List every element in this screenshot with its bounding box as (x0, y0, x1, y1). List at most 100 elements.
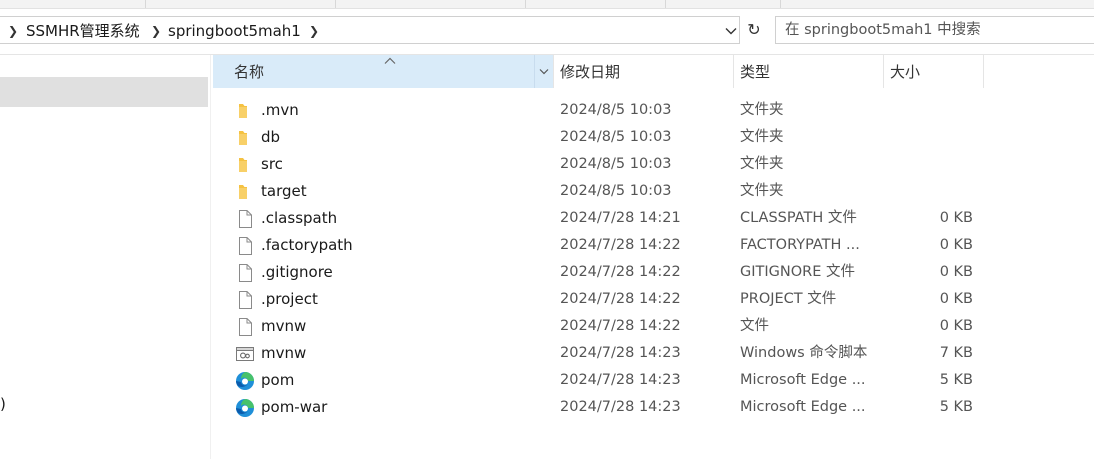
file-type: 文件夹 (740, 156, 784, 172)
file-row[interactable]: .mvn 2024/8/5 10:03 文件夹 (213, 97, 1094, 124)
ribbon-group (0, 0, 146, 8)
edge-icon (235, 371, 255, 391)
file-size (913, 178, 973, 205)
breadcrumb-item[interactable]: springboot5mah1 (168, 17, 301, 45)
chevron-right-icon[interactable]: ❯ (309, 17, 319, 45)
navigation-pane: ) (0, 55, 210, 459)
file-type: PROJECT 文件 (740, 291, 837, 307)
edge-icon (235, 398, 255, 418)
file-size: 0 KB (939, 291, 973, 307)
column-header-size[interactable]: 大小 (883, 55, 983, 88)
chevron-down-icon[interactable] (722, 17, 740, 45)
file-date: 2024/8/5 10:03 (560, 102, 672, 118)
file-name: .project (261, 290, 318, 308)
chevron-right-icon[interactable]: ❯ (151, 17, 161, 45)
chevron-right-icon[interactable]: ❯ (8, 17, 18, 45)
file-size (913, 97, 973, 124)
file-row[interactable]: mvnw 2024/7/28 14:23 Windows 命令脚本 7 KB (213, 340, 1094, 367)
column-header-type[interactable]: 类型 (733, 55, 883, 88)
column-header-label: 名称 (234, 63, 265, 81)
file-name: pom-war (261, 398, 328, 416)
ribbon-strip (0, 0, 1094, 9)
file-row[interactable]: pom 2024/7/28 14:23 Microsoft Edge ... 5… (213, 367, 1094, 394)
folder-icon (235, 182, 255, 202)
ribbon-group (525, 0, 666, 8)
file-size (913, 151, 973, 178)
file-date: 2024/7/28 14:22 (560, 318, 681, 334)
ribbon-group (335, 0, 526, 8)
file-row[interactable]: target 2024/8/5 10:03 文件夹 (213, 178, 1094, 205)
column-header-date[interactable]: 修改日期 (553, 55, 733, 88)
column-header-label: 类型 (740, 63, 771, 81)
file-name: target (261, 182, 307, 200)
file-type: GITIGNORE 文件 (740, 264, 855, 280)
file-type: CLASSPATH 文件 (740, 210, 857, 226)
file-type: 文件夹 (740, 129, 784, 145)
file-type: Windows 命令脚本 (740, 345, 868, 361)
file-name: .gitignore (261, 263, 333, 281)
column-header-label: 大小 (890, 63, 921, 81)
file-size: 0 KB (939, 210, 973, 226)
file-type: 文件 (740, 318, 769, 334)
file-row[interactable]: src 2024/8/5 10:03 文件夹 (213, 151, 1094, 178)
file-row[interactable]: pom-war 2024/7/28 14:23 Microsoft Edge .… (213, 394, 1094, 421)
file-name: .classpath (261, 209, 338, 227)
file-date: 2024/7/28 14:22 (560, 264, 681, 280)
file-date: 2024/7/28 14:21 (560, 210, 681, 226)
file-date: 2024/7/28 14:22 (560, 291, 681, 307)
search-input[interactable] (776, 17, 1085, 43)
file-icon (235, 209, 255, 229)
sort-ascending-icon (384, 44, 396, 78)
file-name: pom (261, 371, 295, 389)
ribbon-group (145, 0, 336, 8)
file-type: 文件夹 (740, 183, 784, 199)
file-row[interactable]: mvnw 2024/7/28 14:22 文件 0 KB (213, 313, 1094, 340)
file-name: .mvn (261, 101, 299, 119)
file-date: 2024/8/5 10:03 (560, 129, 672, 145)
file-type: FACTORYPATH ... (740, 237, 860, 253)
file-type: 文件夹 (740, 102, 784, 118)
column-separator[interactable] (983, 55, 984, 88)
script-icon (235, 344, 255, 364)
folder-icon (235, 101, 255, 121)
column-header-name[interactable]: 名称 (213, 55, 553, 88)
file-name: .factorypath (261, 236, 353, 254)
file-row[interactable]: .classpath 2024/7/28 14:21 CLASSPATH 文件 … (213, 205, 1094, 232)
file-icon (235, 317, 255, 337)
file-size: 5 KB (939, 372, 973, 388)
pane-splitter[interactable] (210, 55, 211, 459)
file-row[interactable]: db 2024/8/5 10:03 文件夹 (213, 124, 1094, 151)
search-field[interactable] (775, 16, 1094, 44)
file-name: db (261, 128, 281, 146)
file-size (913, 124, 973, 151)
file-date: 2024/8/5 10:03 (560, 156, 672, 172)
file-type: Microsoft Edge ... (740, 372, 866, 388)
file-date: 2024/7/28 14:22 (560, 237, 681, 253)
file-row[interactable]: .project 2024/7/28 14:22 PROJECT 文件 0 KB (213, 286, 1094, 313)
ribbon-group (665, 0, 781, 8)
file-list: .mvn 2024/8/5 10:03 文件夹 db 2024/8/5 10:0… (213, 97, 1094, 421)
chevron-down-icon[interactable] (534, 55, 552, 88)
file-size: 5 KB (939, 399, 973, 415)
address-bar[interactable]: ❯ SSMHR管理系统 ❯ springboot5mah1 ❯ (0, 16, 740, 44)
file-icon (235, 263, 255, 283)
nav-item-selected[interactable] (0, 77, 208, 107)
file-size: 0 KB (939, 264, 973, 280)
nav-item-label[interactable]: ) (0, 395, 6, 413)
file-size: 0 KB (939, 237, 973, 253)
file-date: 2024/7/28 14:23 (560, 372, 681, 388)
file-name: src (261, 155, 283, 173)
file-name: mvnw (261, 344, 307, 362)
file-type: Microsoft Edge ... (740, 399, 866, 415)
folder-icon (235, 155, 255, 175)
breadcrumb-item[interactable]: SSMHR管理系统 (26, 17, 140, 45)
file-row[interactable]: .factorypath 2024/7/28 14:22 FACTORYPATH… (213, 232, 1094, 259)
refresh-icon[interactable]: ↻ (742, 16, 766, 44)
column-header-row: 名称 修改日期 类型 大小 (213, 55, 1094, 88)
folder-icon (235, 128, 255, 148)
file-date: 2024/8/5 10:03 (560, 183, 672, 199)
file-row[interactable]: .gitignore 2024/7/28 14:22 GITIGNORE 文件 … (213, 259, 1094, 286)
address-row: ❯ SSMHR管理系统 ❯ springboot5mah1 ❯ ↻ (0, 14, 1094, 48)
file-name: mvnw (261, 317, 307, 335)
column-header-label: 修改日期 (560, 63, 621, 81)
